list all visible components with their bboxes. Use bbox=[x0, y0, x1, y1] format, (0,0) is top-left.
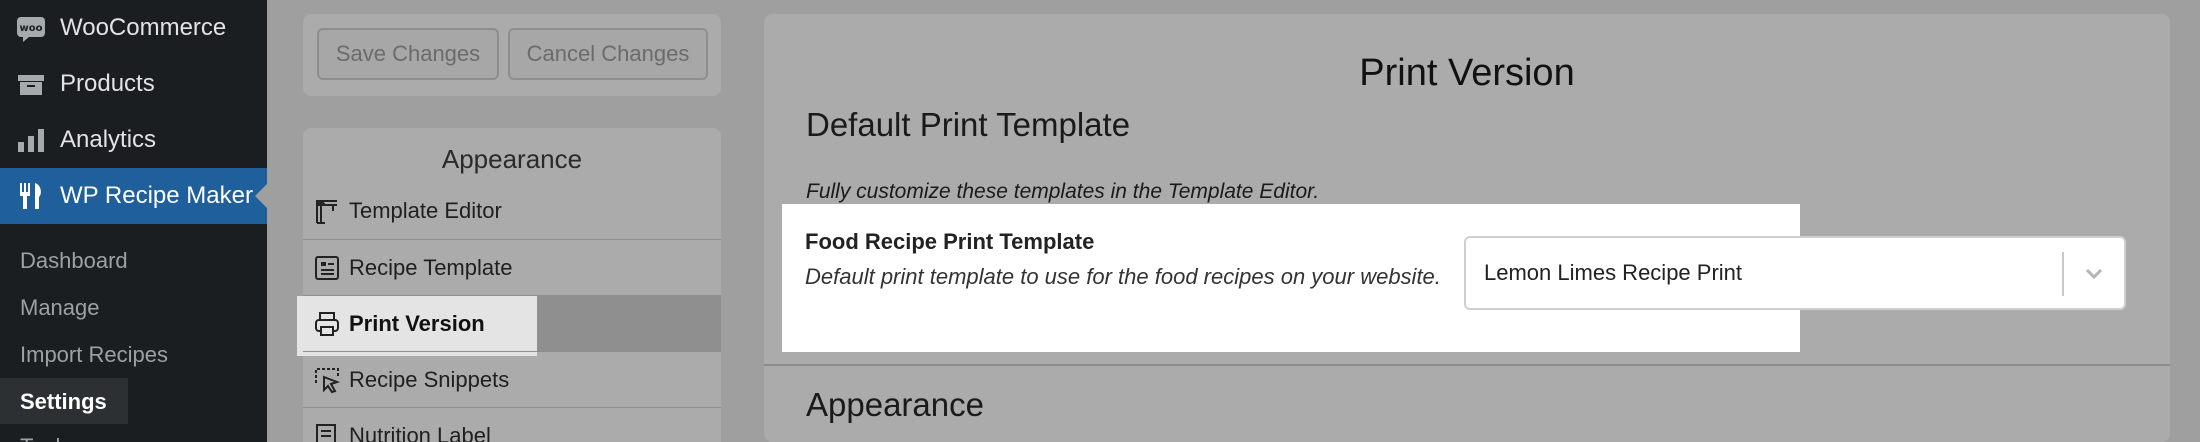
print-template-select[interactable]: Lemon Limes Recipe Print bbox=[1464, 236, 2126, 310]
nav-item-template-editor[interactable]: Template Editor bbox=[303, 183, 721, 239]
nav-label-template-editor: Template Editor bbox=[349, 198, 502, 223]
fork-knife-icon bbox=[20, 183, 41, 209]
bar-chart-icon bbox=[18, 129, 44, 152]
nav-label-print-version: Print Version bbox=[349, 310, 485, 336]
menu-label-wp-recipe-maker: WP Recipe Maker bbox=[60, 182, 253, 209]
section-divider bbox=[764, 364, 2170, 366]
menu-item-products[interactable]: Products bbox=[0, 56, 267, 112]
menu-item-wp-recipe-maker[interactable]: WP Recipe Maker bbox=[0, 168, 267, 224]
submenu-item-tools[interactable]: Tools bbox=[20, 434, 71, 442]
settings-nav: Appearance Template Editor Recipe Templa… bbox=[297, 0, 721, 442]
archive-box-icon bbox=[18, 75, 44, 95]
template-list-icon bbox=[315, 255, 339, 280]
submenu-item-dashboard[interactable]: Dashboard bbox=[20, 248, 128, 274]
section-description: Fully customize these templates in the T… bbox=[806, 180, 1320, 203]
svg-text:woo: woo bbox=[20, 23, 43, 34]
nav-item-print-version[interactable]: Print Version bbox=[297, 295, 721, 356]
submenu-item-import-recipes[interactable]: Import Recipes bbox=[20, 342, 168, 368]
select-separator bbox=[2062, 252, 2064, 296]
field-label-food-recipe-print-template: Food Recipe Print Template bbox=[805, 229, 1095, 254]
submenu-item-manage[interactable]: Manage bbox=[20, 295, 100, 321]
printer-icon bbox=[315, 311, 339, 336]
menu-label-analytics: Analytics bbox=[60, 126, 157, 153]
active-menu-arrow bbox=[255, 184, 267, 208]
menu-label-products: Products bbox=[60, 70, 155, 97]
page-title: Print Version bbox=[1359, 52, 1575, 94]
section-title-appearance: Appearance bbox=[806, 386, 984, 423]
section-title-default-print-template: Default Print Template bbox=[806, 106, 1131, 143]
nav-item-nutrition-label[interactable]: Nutrition Label bbox=[303, 407, 721, 442]
settings-nav-heading: Appearance bbox=[441, 144, 583, 174]
cursor-select-icon bbox=[315, 367, 340, 393]
menu-item-woocommerce[interactable]: woo WooCommerce bbox=[0, 0, 267, 56]
print-template-select-value: Lemon Limes Recipe Print bbox=[1484, 260, 1743, 285]
nav-item-recipe-snippets[interactable]: Recipe Snippets bbox=[303, 351, 721, 407]
chevron-down-icon[interactable] bbox=[2080, 259, 2108, 287]
nav-label-nutrition-label: Nutrition Label bbox=[349, 422, 491, 442]
nav-label-recipe-template: Recipe Template bbox=[349, 254, 513, 280]
submenu-item-settings[interactable]: Settings bbox=[20, 389, 107, 415]
nav-item-recipe-template[interactable]: Recipe Template bbox=[303, 239, 721, 295]
field-help-text: Default print template to use for the fo… bbox=[805, 264, 1441, 289]
menu-label-woocommerce: WooCommerce bbox=[60, 14, 227, 41]
crane-icon bbox=[316, 200, 337, 224]
admin-sidebar: woo WooCommerce Products Analytics WP Re… bbox=[0, 0, 267, 442]
woocommerce-icon: woo bbox=[17, 17, 45, 42]
nav-label-recipe-snippets: Recipe Snippets bbox=[349, 366, 510, 392]
nutrition-label-icon bbox=[316, 423, 336, 442]
menu-item-analytics[interactable]: Analytics bbox=[0, 112, 267, 168]
